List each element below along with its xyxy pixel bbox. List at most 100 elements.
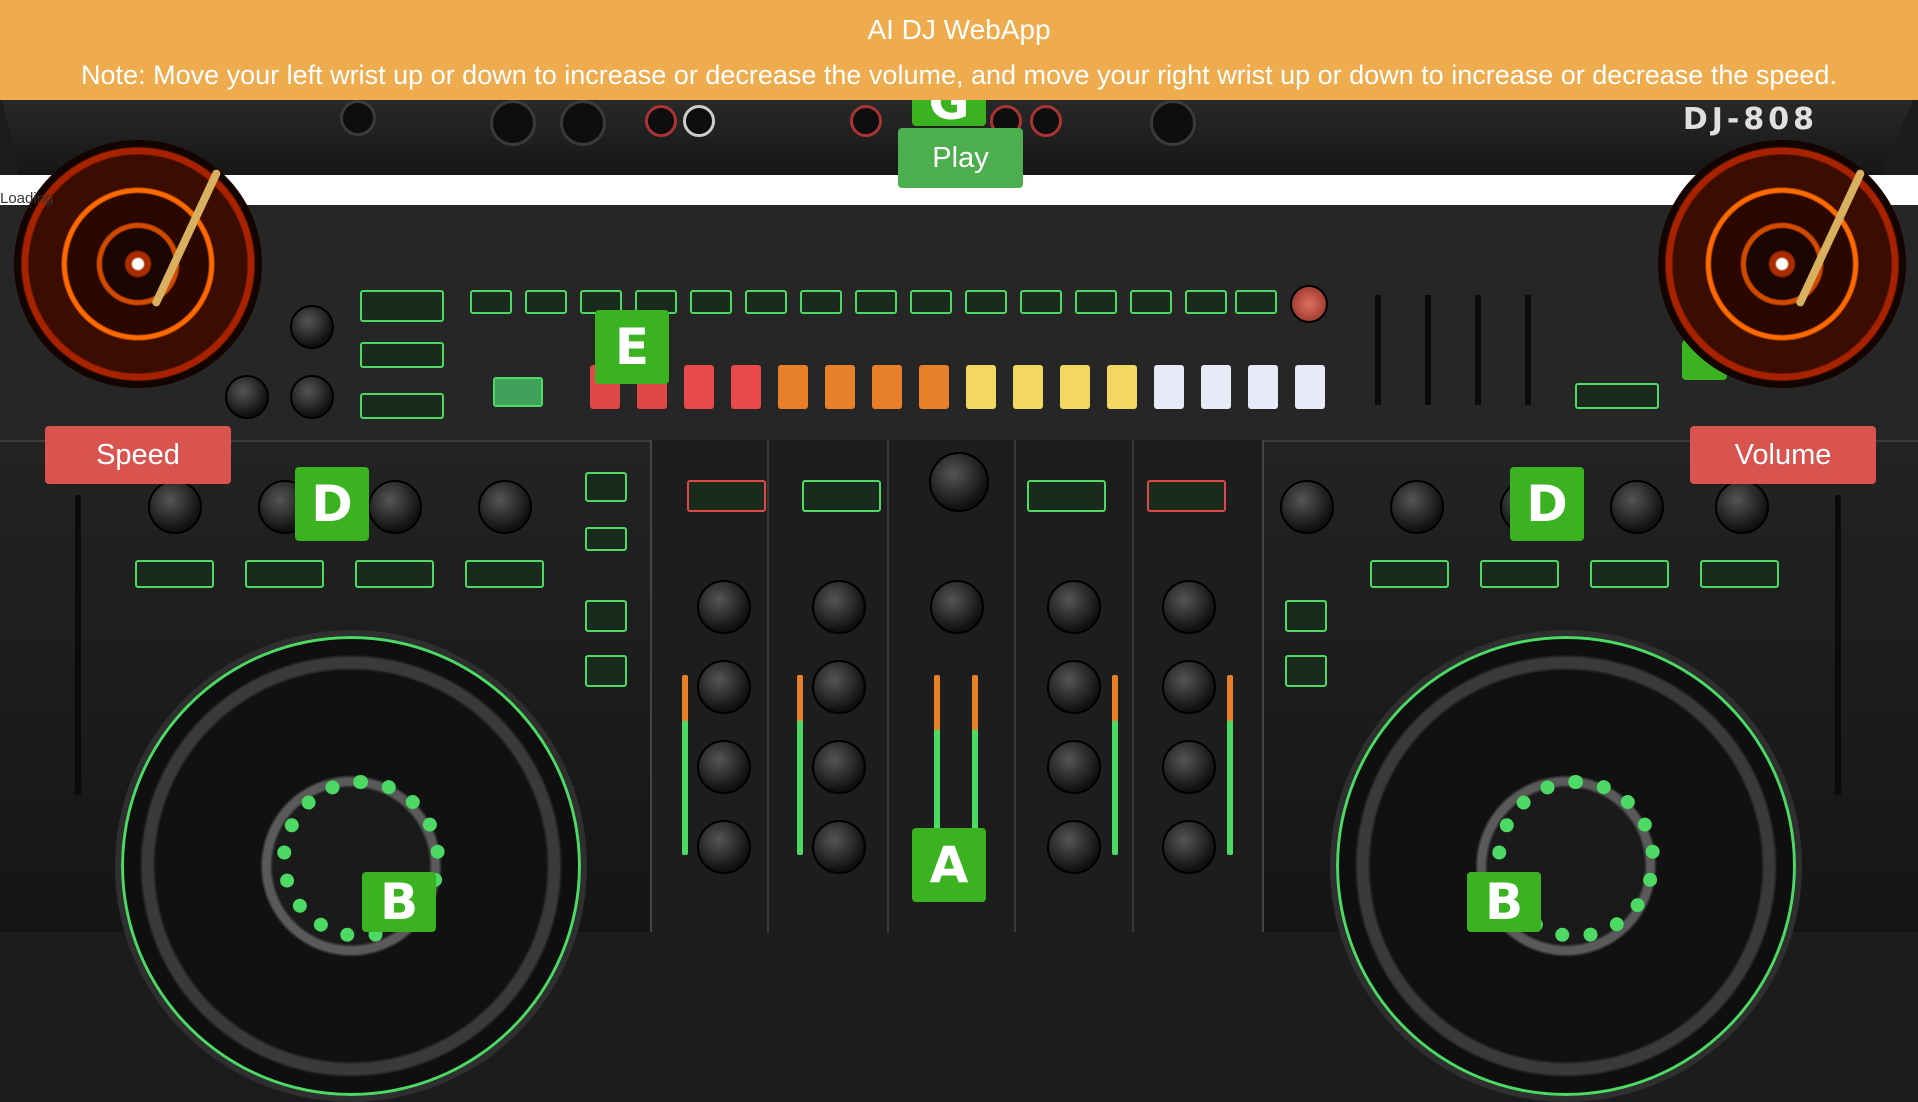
trim-knob <box>697 580 751 634</box>
cue-knob <box>1290 285 1328 323</box>
tonearm <box>1794 168 1866 308</box>
fx-knob <box>148 480 202 534</box>
eq-knob <box>812 820 866 874</box>
add-button <box>1285 600 1327 632</box>
load-button <box>687 480 766 512</box>
volume-button[interactable]: Volume <box>1690 426 1876 484</box>
fx-on-button <box>1480 560 1559 588</box>
controller-brand: DJ-808 <box>1682 102 1818 137</box>
marker-a: A <box>912 828 986 902</box>
level-meter <box>797 675 803 855</box>
fx-knob <box>478 480 532 534</box>
fx-on-button <box>135 560 214 588</box>
sampler-button <box>800 290 842 314</box>
tr-button <box>690 290 732 314</box>
load-button <box>1147 480 1226 512</box>
eq-knob <box>1162 660 1216 714</box>
level-meter <box>682 675 688 855</box>
channel-separator <box>1132 440 1134 932</box>
slide-button <box>1285 655 1327 687</box>
vt-fader <box>1375 295 1381 405</box>
level-meter <box>1112 675 1118 855</box>
dj-controller <box>0 205 1918 1102</box>
sampler-button <box>965 290 1007 314</box>
start-stop-button <box>493 377 543 407</box>
pad <box>872 365 902 409</box>
play-button[interactable]: Play <box>898 128 1023 188</box>
rear-port <box>560 100 606 146</box>
pad <box>919 365 949 409</box>
vt-fader <box>1525 295 1531 405</box>
eq-knob <box>1047 660 1101 714</box>
speed-button[interactable]: Speed <box>45 426 231 484</box>
pad <box>731 365 761 409</box>
fx-on-button <box>355 560 434 588</box>
channel-separator <box>767 440 769 932</box>
fx-knob <box>1715 480 1769 534</box>
sampler-button <box>1130 290 1172 314</box>
eq-knob <box>697 660 751 714</box>
pad <box>1248 365 1278 409</box>
loading-text: Loading <box>0 190 54 207</box>
fx-on-button <box>245 560 324 588</box>
sampler-button <box>855 290 897 314</box>
slide-button <box>585 655 627 687</box>
marker-d-left: D <box>295 467 369 541</box>
app-header: AI DJ WebApp Note: Move your left wrist … <box>0 0 1918 100</box>
auto-pitch-button <box>1575 383 1659 409</box>
fx-on-button <box>1370 560 1449 588</box>
sampler-section <box>0 205 1918 442</box>
attack-knob <box>290 305 334 349</box>
eq-knob <box>1162 740 1216 794</box>
pad <box>1107 365 1137 409</box>
rear-port <box>683 105 715 137</box>
browse-knob <box>929 452 989 512</box>
rear-port <box>850 105 882 137</box>
q-button <box>585 527 627 551</box>
channel-separator <box>1014 440 1016 932</box>
fx-knob <box>1610 480 1664 534</box>
trim-knob <box>1162 580 1216 634</box>
rear-port <box>1150 100 1196 146</box>
marker-e: E <box>595 310 669 384</box>
shift-button <box>360 393 444 419</box>
rear-port <box>645 105 677 137</box>
pad <box>825 365 855 409</box>
eq-knob <box>697 820 751 874</box>
fx-tap-button <box>1700 560 1779 588</box>
sampler-button <box>1020 290 1062 314</box>
trim-knob <box>812 580 866 634</box>
pad <box>1154 365 1184 409</box>
tr-button <box>745 290 787 314</box>
add-button <box>585 600 627 632</box>
load-button <box>1027 480 1106 512</box>
level-meter <box>1227 675 1233 855</box>
eq-knob <box>812 660 866 714</box>
pad <box>778 365 808 409</box>
rear-port <box>340 100 376 136</box>
pad <box>684 365 714 409</box>
eq-knob <box>1047 740 1101 794</box>
sampler-button <box>1075 290 1117 314</box>
instructions-note: Note: Move your left wrist up or down to… <box>81 60 1837 90</box>
pad <box>1013 365 1043 409</box>
app-title: AI DJ WebApp <box>867 14 1051 45</box>
fx-knob <box>1280 480 1334 534</box>
fx-knob <box>1390 480 1444 534</box>
accent-button <box>1235 290 1277 314</box>
pad <box>1295 365 1325 409</box>
pad <box>1060 365 1090 409</box>
tr-rec-button <box>360 290 444 322</box>
eq-knob <box>697 740 751 794</box>
tune-knob <box>225 375 269 419</box>
load-button <box>802 480 881 512</box>
sampler-button <box>910 290 952 314</box>
master-knob <box>930 580 984 634</box>
eq-knob <box>1162 820 1216 874</box>
sampler-button <box>1185 290 1227 314</box>
left-pitch-fader <box>75 495 81 795</box>
tonearm <box>150 168 222 308</box>
rear-port <box>490 100 536 146</box>
marker-d-right: D <box>1510 467 1584 541</box>
eq-knob <box>812 740 866 794</box>
